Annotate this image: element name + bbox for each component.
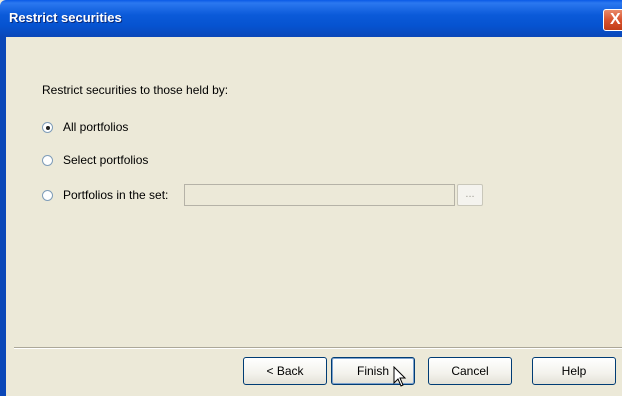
option-label-select-portfolios: Select portfolios bbox=[63, 153, 149, 167]
window-title: Restrict securities bbox=[9, 10, 122, 25]
option-portfolios-in-set[interactable]: Portfolios in the set: bbox=[42, 187, 168, 203]
radio-select-portfolios[interactable] bbox=[42, 154, 53, 166]
option-select-portfolios[interactable]: Select portfolios bbox=[42, 152, 148, 168]
button-separator bbox=[14, 347, 622, 349]
option-all-portfolios[interactable]: All portfolios bbox=[42, 119, 128, 135]
mouse-pointer-icon bbox=[393, 366, 407, 387]
dialog-window: Restrict securities X Restrict securitie… bbox=[0, 0, 622, 396]
title-bar[interactable]: Restrict securities X bbox=[0, 0, 622, 37]
back-button[interactable]: < Back bbox=[243, 357, 327, 385]
restrict-prompt-label: Restrict securities to those held by: bbox=[42, 83, 229, 97]
close-icon: X bbox=[610, 11, 621, 28]
radio-portfolios-in-set[interactable] bbox=[42, 189, 53, 201]
browse-set-button[interactable]: ... bbox=[457, 184, 483, 206]
radio-all-portfolios[interactable] bbox=[42, 121, 53, 133]
option-label-portfolios-in-set: Portfolios in the set: bbox=[63, 188, 169, 202]
option-label-all-portfolios: All portfolios bbox=[63, 120, 129, 134]
portfolio-set-field[interactable] bbox=[184, 184, 455, 206]
close-button[interactable]: X bbox=[603, 9, 622, 31]
help-button[interactable]: Help bbox=[532, 357, 616, 385]
cancel-button[interactable]: Cancel bbox=[428, 357, 512, 385]
